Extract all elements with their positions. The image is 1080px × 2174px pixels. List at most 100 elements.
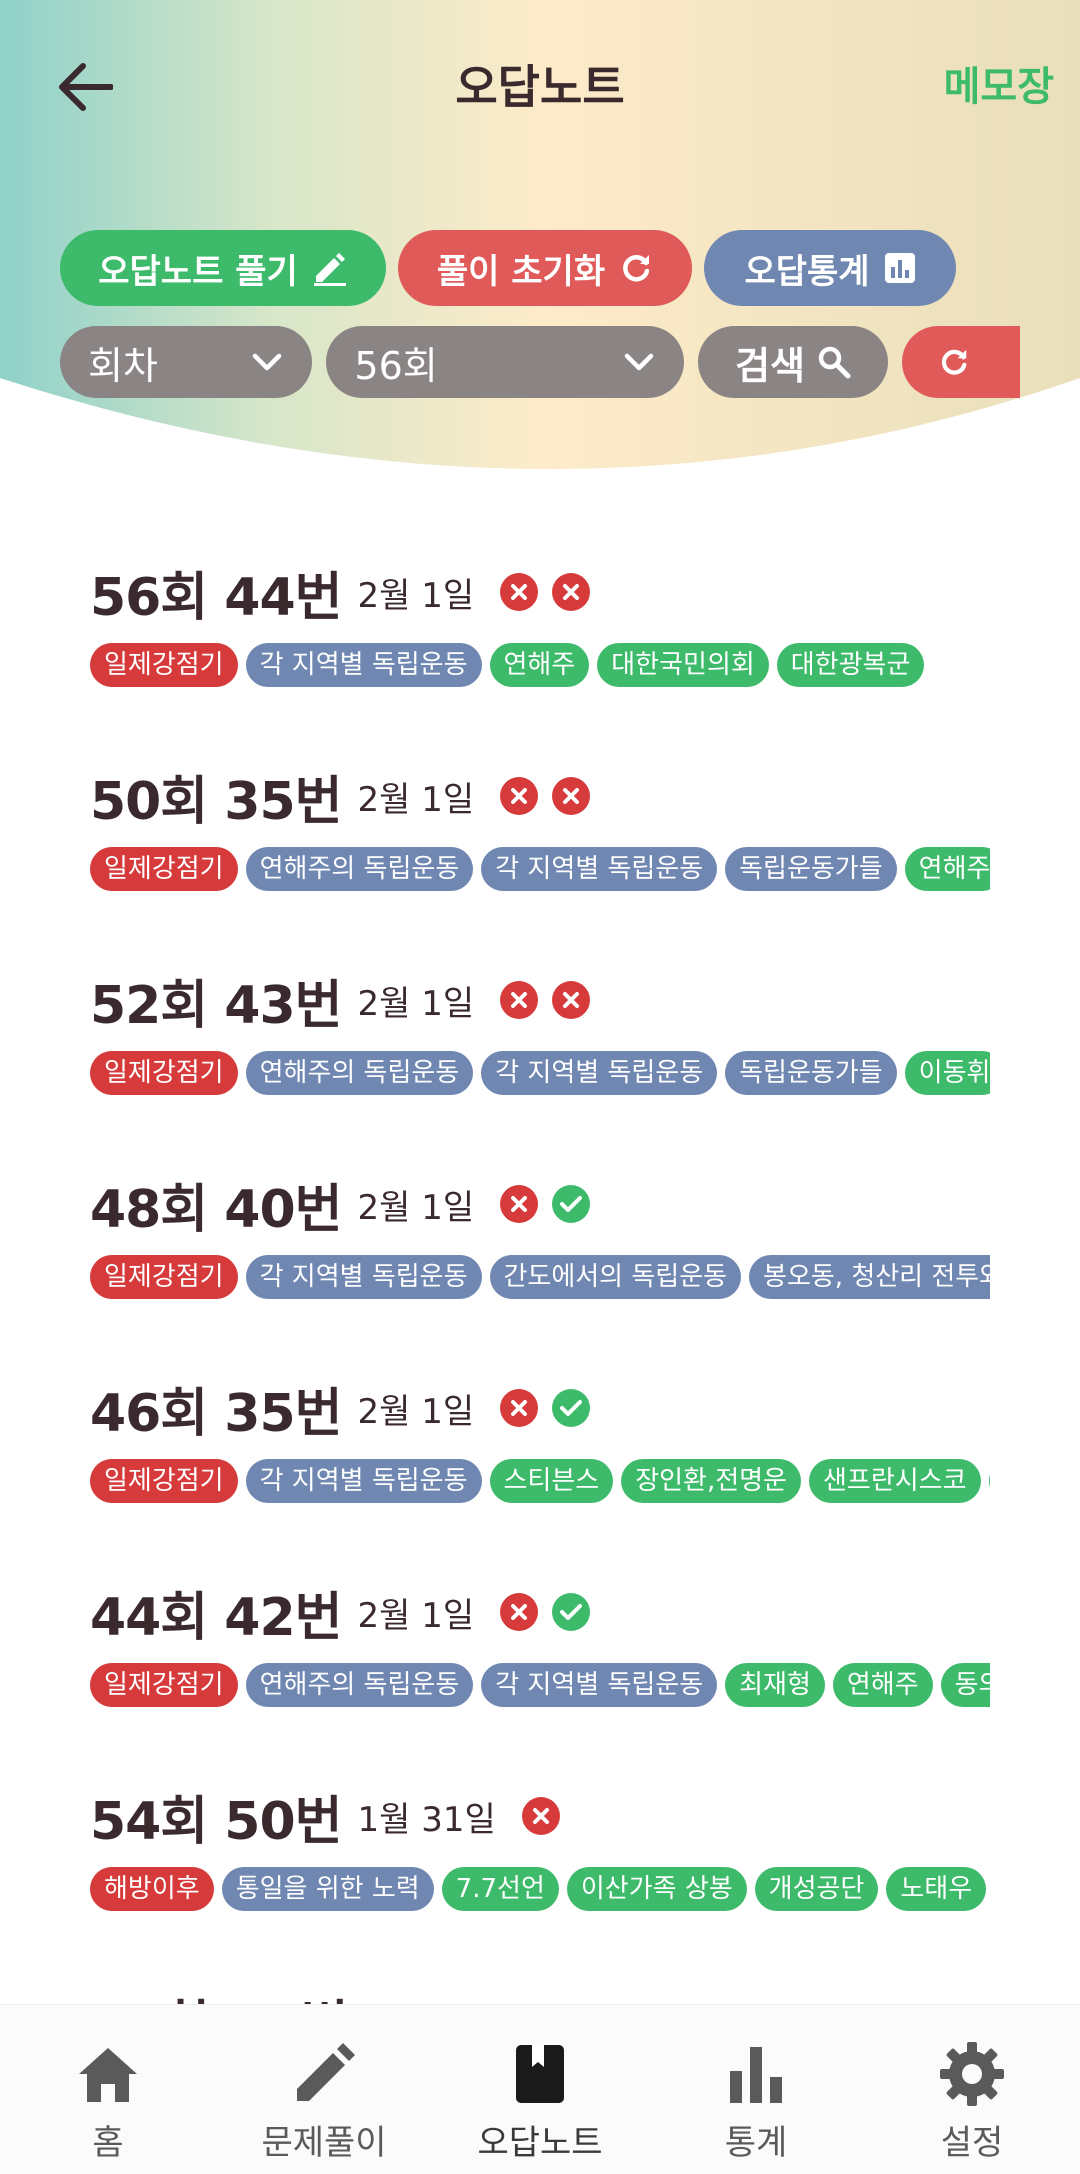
correct-mark-icon bbox=[552, 1593, 591, 1631]
memo-button[interactable]: 메모장 bbox=[944, 52, 1054, 122]
correct-mark-icon bbox=[552, 1185, 591, 1223]
list-item-header: 56회 44번 2월 1일 bbox=[90, 555, 990, 629]
topic-tag: 노태우 bbox=[886, 1867, 987, 1911]
list-item[interactable]: 54회 50번 1월 31일 해방이후 통일을 위한 노력 7.7선언 이산가족 상봉 개성… bbox=[90, 1779, 990, 1983]
topic-tag: 연해주의 독립운동 bbox=[245, 1663, 474, 1707]
topic-tag: 대한광복군 bbox=[776, 643, 925, 687]
reset-solutions-label: 풀이 초기화 bbox=[436, 251, 606, 292]
reset-filter-button[interactable] bbox=[902, 326, 1020, 398]
topic-tag: 각 지역별 독립운동 bbox=[245, 1459, 482, 1503]
list-item-date: 2월 1일 bbox=[357, 983, 475, 1024]
tag-list: 일제강점기 각 지역별 독립운동 간도에서의 독립운동 봉오동, 청산리 전투와 bbox=[90, 1255, 990, 1299]
wrong-mark-icon bbox=[500, 1389, 539, 1427]
list-item-date: 2월 1일 bbox=[357, 1187, 475, 1228]
bar-chart-icon bbox=[884, 253, 915, 283]
bar-chart-icon bbox=[730, 2047, 782, 2103]
pencil-icon bbox=[297, 2043, 355, 2101]
list-item-date: 1월 31일 bbox=[357, 1799, 496, 1840]
wrong-stats-button[interactable]: 오답통계 bbox=[704, 230, 956, 306]
topic-tag: 최재형 bbox=[725, 1663, 825, 1707]
tag-list: 일제강점기 연해주의 독립운동 각 지역별 독립운동 독립운동가들 이동휘 bbox=[90, 1051, 990, 1095]
tag-list: 일제강점기각 지역별 독립운동스티븐스장인환,전명운샌프란시스코샌 bbox=[90, 1459, 990, 1503]
tag-list: 일제강점기 연해주의 독립운동 각 지역별 독립운동 독립운동가들 연해주 bbox=[90, 847, 990, 891]
topic-tag: 연해주 bbox=[904, 847, 990, 891]
list-item[interactable]: 46회 35번 2월 1일 일제강점기 각 지역별 독립운동 스티븐스 장인환,전명운 샌프… bbox=[90, 1371, 990, 1575]
list-item-title: 48회 40번 bbox=[90, 1179, 343, 1240]
solve-wrong-notes-label: 오답노트 풀기 bbox=[98, 251, 298, 292]
wrong-mark-icon bbox=[500, 777, 539, 815]
action-button-row: 오답노트 풀기 풀이 초기화 오답통계 bbox=[60, 230, 956, 306]
tag-list: 일제강점기 각 지역별 독립운동 연해주 대한국민의회 대한광복군 bbox=[90, 643, 990, 687]
topic-tag: 통일을 위한 노력 bbox=[221, 1867, 434, 1911]
list-item[interactable]: 52회 43번 2월 1일일제강점기 연해주의 독립운동 각 지역별 독립운동 독립운동… bbox=[90, 963, 990, 1167]
wrong-mark-icon bbox=[521, 1797, 560, 1835]
solve-wrong-notes-button[interactable]: 오답노트 풀기 bbox=[60, 230, 386, 306]
topic-tag: 봉오동, 청산리 전투와 bbox=[749, 1255, 990, 1299]
nav-wrong-notes[interactable]: 오답노트 bbox=[432, 2005, 648, 2174]
wrong-mark-icon bbox=[500, 1593, 539, 1631]
list-item-header: 44회 42번 2월 1일 bbox=[90, 1575, 990, 1649]
filter-type-dropdown[interactable]: 회차 bbox=[60, 326, 313, 398]
wrong-mark-icon bbox=[500, 573, 539, 611]
topic-tag: 일제강점기 bbox=[90, 1663, 238, 1707]
list-item-header: 52회 43번 2월 1일 bbox=[90, 963, 990, 1037]
tag-list: 일제강점기연해주의 독립운동각 지역별 독립운동최재형연해주동의회 bbox=[90, 1663, 990, 1707]
wrong-mark-icon bbox=[500, 1185, 539, 1223]
nav-wrong-notes-label: 오답노트 bbox=[477, 2123, 603, 2163]
nav-problem-solving[interactable]: 문제풀이 bbox=[216, 2005, 432, 2174]
topic-tag: 이산가족 상봉 bbox=[566, 1867, 747, 1911]
pencil-icon bbox=[313, 253, 346, 286]
topic-tag: 독립운동가들 bbox=[725, 847, 897, 891]
list-item[interactable]: 50회 35번 2월 1일일제강점기 연해주의 독립운동 각 지역별 독립운동 독립운동… bbox=[90, 759, 990, 963]
topic-tag: 일제강점기 bbox=[90, 643, 238, 687]
topic-tag: 샌 bbox=[988, 1459, 990, 1503]
topic-tag: 대한국민의회 bbox=[597, 643, 769, 687]
list-item-header: 48회 40번 2월 1일 bbox=[90, 1167, 990, 1241]
list-item-title: 56회 44번 bbox=[90, 567, 343, 628]
topic-tag: 동의회 bbox=[940, 1663, 990, 1707]
tag-list: 해방이후통일을 위한 노력7.7선언이산가족 상봉개성공단노태우전 bbox=[90, 1867, 990, 1911]
wrong-stats-label: 오답통계 bbox=[744, 251, 870, 292]
notebook-icon bbox=[516, 2045, 564, 2103]
list-item-header: 50회 35번 2월 1일 bbox=[90, 759, 990, 833]
nav-statistics[interactable]: 통계 bbox=[648, 2005, 864, 2174]
topic-tag: 각 지역별 독립운동 bbox=[481, 847, 718, 891]
round-number-dropdown[interactable]: 56회 bbox=[326, 326, 684, 398]
topic-tag: 이동휘 bbox=[904, 1051, 990, 1095]
reset-solutions-button[interactable]: 풀이 초기화 bbox=[398, 230, 692, 306]
wrong-mark-icon bbox=[500, 981, 539, 1019]
topic-tag: 각 지역별 독립운동 bbox=[245, 1255, 482, 1299]
topic-tag: 장인환,전명운 bbox=[621, 1459, 801, 1503]
topic-tag: 일제강점기 bbox=[90, 1459, 238, 1503]
topic-tag: 각 지역별 독립운동 bbox=[245, 643, 482, 687]
nav-settings[interactable]: 설정 bbox=[864, 2005, 1080, 2174]
list-item-title: 50회 35번 bbox=[90, 771, 343, 832]
list-item[interactable]: 56회 44번 2월 1일일제강점기 각 지역별 독립운동 연해주 대한국민의회 대한광복… bbox=[90, 555, 990, 759]
list-item-title: 44회 42번 bbox=[90, 1587, 343, 1648]
topic-tag: 일제강점기 bbox=[90, 1051, 238, 1095]
wrong-mark-icon bbox=[552, 981, 591, 1019]
filter-row: 회차 56회 검색 bbox=[60, 326, 1020, 398]
list-item-header: 46회 35번 2월 1일 bbox=[90, 1371, 990, 1445]
refresh-icon bbox=[942, 349, 967, 375]
topic-tag: 연해주의 독립운동 bbox=[245, 847, 474, 891]
nav-home[interactable]: 홈 bbox=[0, 2005, 216, 2174]
wrong-mark-icon bbox=[552, 573, 591, 611]
refresh-icon bbox=[623, 255, 650, 282]
nav-home-label: 홈 bbox=[92, 2123, 124, 2163]
list-item[interactable]: 48회 40번 2월 1일일제강점기 각 지역별 독립운동 간도에서의 독립운동 봉오동… bbox=[90, 1167, 990, 1371]
topic-tag: 일제강점기 bbox=[90, 1255, 238, 1299]
topic-tag: 스티븐스 bbox=[489, 1459, 614, 1503]
search-button[interactable]: 검색 bbox=[697, 326, 889, 398]
topic-tag: 7.7선언 bbox=[441, 1867, 559, 1911]
top-app-bar: 오답노트 메모장 bbox=[0, 0, 1080, 170]
list-item[interactable]: 44회 42번 2월 1일 일제강점기 연해주의 독립운동 각 지역별 독립운동 최재형 연… bbox=[90, 1575, 990, 1779]
topic-tag: 일제강점기 bbox=[90, 847, 238, 891]
nav-settings-label: 설정 bbox=[940, 2123, 1004, 2163]
list-item-date: 2월 1일 bbox=[357, 1391, 475, 1432]
topic-tag: 연해주 bbox=[832, 1663, 933, 1707]
correct-mark-icon bbox=[552, 1389, 591, 1427]
list-item-date: 2월 1일 bbox=[357, 779, 475, 820]
topic-tag: 각 지역별 독립운동 bbox=[481, 1051, 718, 1095]
topic-tag: 연해주 bbox=[489, 643, 590, 687]
